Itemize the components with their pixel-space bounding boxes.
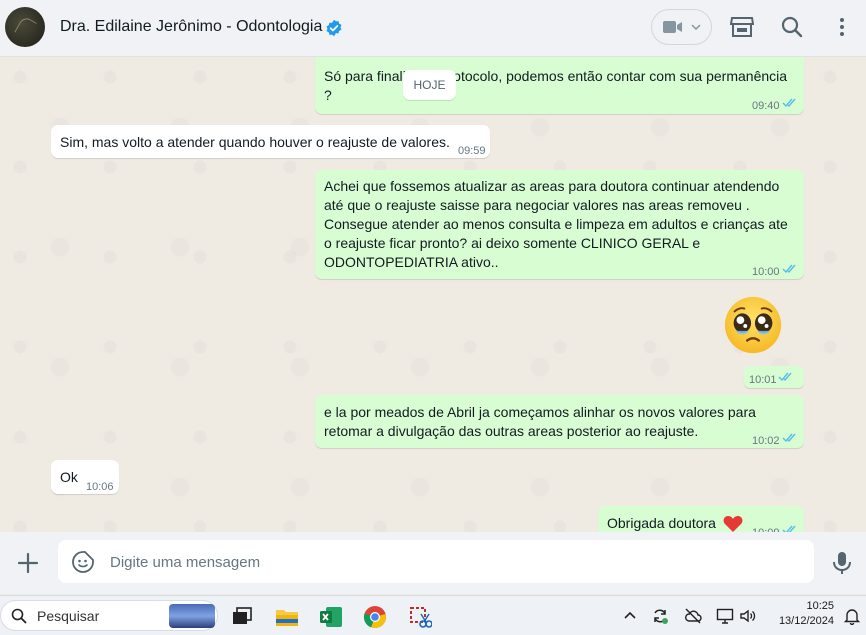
read-receipt-icon <box>782 433 796 443</box>
message-time: 10:06 <box>86 481 114 493</box>
message-text: retomar a divulgação das outras areas po… <box>324 423 699 439</box>
more-options-icon <box>840 18 844 36</box>
message-text: Achei que fossemos atualizar as areas pa… <box>324 178 780 194</box>
message-input[interactable] <box>108 550 792 574</box>
clock-date: 13/12/2024 <box>778 615 834 627</box>
message-time: 10:00 <box>752 266 780 278</box>
store-icon <box>730 17 754 37</box>
search-icon <box>781 16 803 38</box>
outgoing-message[interactable]: Obrigada doutora 10:09 <box>598 506 804 532</box>
message-text: Sim, mas volto a atender quando houver o… <box>60 134 450 150</box>
message-text: e la por meados de Abril ja começamos al… <box>324 404 756 420</box>
search-icon <box>11 608 27 624</box>
message-text: Obrigada doutora <box>607 515 716 531</box>
red-heart-emoji <box>723 516 743 532</box>
task-view-icon[interactable] <box>230 605 254 629</box>
chat-header: Dra. Edilaine Jerônimo - Odontologia <box>0 0 866 57</box>
read-receipt-icon <box>782 98 796 108</box>
display-icon[interactable] <box>716 607 734 625</box>
outgoing-message[interactable]: e la por meados de Abril ja começamos al… <box>315 395 804 448</box>
snipping-tool-icon[interactable] <box>408 605 432 629</box>
message-time: 10:09 <box>752 524 780 532</box>
search-button[interactable] <box>779 14 805 40</box>
message-time: 10:01 <box>749 374 777 386</box>
read-receipt-icon <box>782 525 796 532</box>
read-receipt-icon <box>778 372 792 382</box>
chevron-down-icon <box>690 24 701 30</box>
message-text: Ok <box>60 469 78 485</box>
message-time: 09:40 <box>752 100 780 112</box>
message-composer <box>0 532 866 594</box>
pleading-face-emoji <box>724 296 782 354</box>
taskbar-search-label: Pesquisar <box>37 608 100 624</box>
windows-taskbar: Pesquisar 10:25 13/12/2024 <box>0 595 866 635</box>
read-receipt-icon <box>782 264 796 274</box>
message-list[interactable]: Só para finalizar o protocolo, podemos e… <box>0 57 866 532</box>
video-call-button[interactable] <box>651 9 712 45</box>
more-options-button[interactable] <box>829 14 855 40</box>
message-text: o reajuste ficar pronto? ai deixo soment… <box>324 235 701 251</box>
message-text: Consegue atender ao menos consulta e lim… <box>324 216 788 232</box>
volume-icon[interactable] <box>739 607 757 625</box>
date-separator: HOJE <box>403 70 456 100</box>
message-time: 09:59 <box>458 145 486 157</box>
sync-icon[interactable] <box>651 607 669 625</box>
chrome-icon[interactable] <box>363 605 387 629</box>
plus-icon[interactable] <box>16 551 40 575</box>
search-highlight-image <box>169 604 215 628</box>
store-button[interactable] <box>729 14 755 40</box>
incoming-message[interactable]: Sim, mas volto a atender quando houver o… <box>51 125 490 158</box>
outgoing-message[interactable]: Só para finalizar o protocolo, podemos e… <box>315 57 804 114</box>
video-call-icon <box>662 21 682 33</box>
message-text: ? <box>324 87 332 103</box>
message-text: ODONTOPEDIATRIA ativo.. <box>324 254 499 270</box>
contact-avatar[interactable] <box>5 7 45 47</box>
bell-icon[interactable] <box>843 607 861 625</box>
file-explorer-icon[interactable] <box>275 605 299 629</box>
message-text: até que o reajuste saisse para negociar … <box>324 197 750 213</box>
message-input-container <box>58 540 814 583</box>
excel-icon[interactable] <box>319 605 343 629</box>
verified-badge-icon <box>326 19 342 37</box>
outgoing-message[interactable]: Achei que fossemos atualizar as areas pa… <box>315 170 804 279</box>
clock-time: 10:25 <box>806 600 834 612</box>
contact-name[interactable]: Dra. Edilaine Jerônimo - Odontologia <box>60 18 322 36</box>
microphone-icon[interactable] <box>832 551 852 575</box>
cloud-off-icon[interactable] <box>684 607 702 625</box>
chevron-up-icon[interactable] <box>621 607 639 625</box>
taskbar-search[interactable]: Pesquisar <box>0 600 218 631</box>
incoming-message[interactable]: Ok 10:06 <box>51 460 119 494</box>
system-clock[interactable]: 10:25 13/12/2024 <box>768 599 834 629</box>
message-time: 10:02 <box>752 435 780 447</box>
emoji-message-meta[interactable]: 10:01 <box>744 366 804 388</box>
message-text: Só para finalizar o protocolo, podemos e… <box>324 68 788 84</box>
sticker-icon[interactable] <box>72 551 94 573</box>
